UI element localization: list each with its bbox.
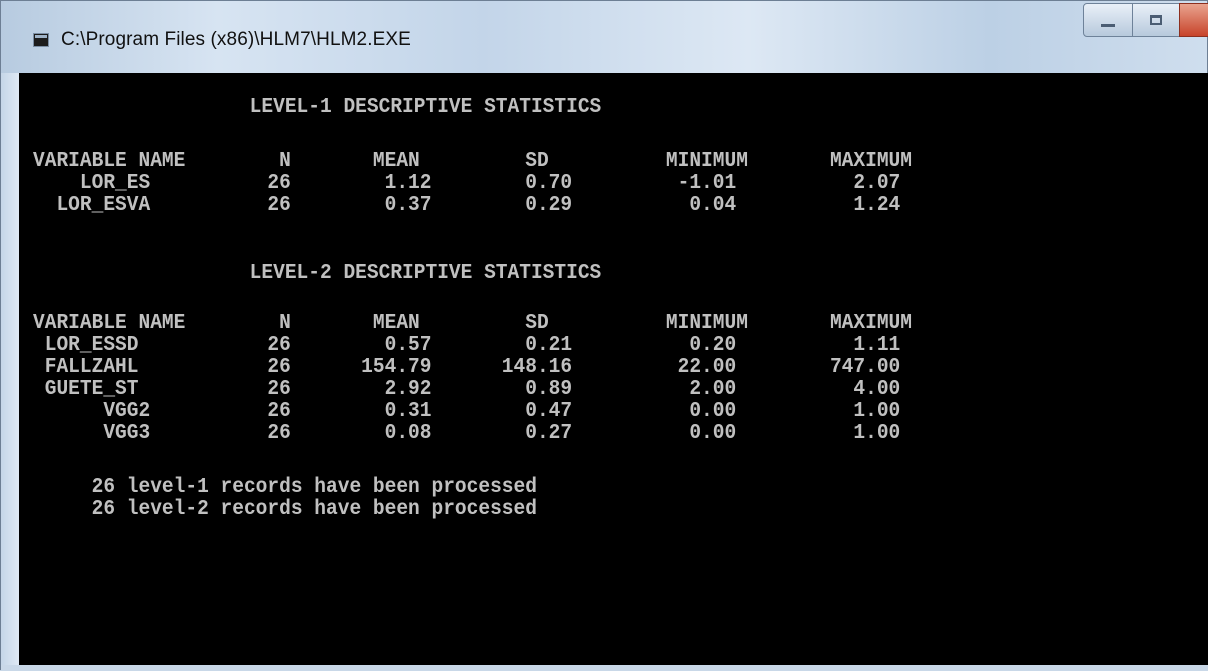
console-window: C:\Program Files (x86)\HLM7\HLM2.EXE LEV…: [0, 0, 1208, 671]
console-line: VGG2 26 0.31 0.47 0.00 1.00: [33, 400, 901, 423]
minimize-icon: [1101, 23, 1115, 27]
close-button[interactable]: [1179, 3, 1208, 37]
window-bottom-border: [1, 665, 1208, 671]
console-line: FALLZAHL 26 154.79 148.16 22.00 747.00: [33, 356, 901, 379]
level2-header-row: VARIABLE NAME N MEAN SD MINIMUM MAXIMUM: [33, 312, 912, 335]
title-bar[interactable]: C:\Program Files (x86)\HLM7\HLM2.EXE: [1, 1, 1208, 73]
level1-heading: LEVEL-1 DESCRIPTIVE STATISTICS: [27, 96, 602, 119]
maximize-icon: [1150, 15, 1162, 25]
console-line: GUETE_ST 26 2.92 0.89 2.00 4.00: [33, 378, 901, 401]
console-line: LOR_ES 26 1.12 0.70 -1.01 2.07: [33, 172, 901, 195]
console-line: LOR_ESSD 26 0.57 0.21 0.20 1.11: [33, 334, 901, 357]
console-line: LOR_ESVA 26 0.37 0.29 0.04 1.24: [33, 194, 901, 217]
maximize-button[interactable]: [1132, 3, 1180, 37]
console-app-icon[interactable]: [33, 33, 49, 47]
window-title: C:\Program Files (x86)\HLM7\HLM2.EXE: [61, 29, 411, 50]
window-left-border: [1, 73, 19, 667]
console-line: VGG3 26 0.08 0.27 0.00 1.00: [33, 422, 901, 445]
status-line-level2: 26 level-2 records have been processed: [33, 498, 537, 521]
level2-heading: LEVEL-2 DESCRIPTIVE STATISTICS: [27, 262, 602, 285]
status-line-level1: 26 level-1 records have been processed: [33, 476, 537, 499]
console-output[interactable]: LEVEL-1 DESCRIPTIVE STATISTICS VARIABLE …: [19, 73, 1208, 667]
minimize-button[interactable]: [1083, 3, 1133, 37]
level1-header-row: VARIABLE NAME N MEAN SD MINIMUM MAXIMUM: [33, 150, 912, 173]
